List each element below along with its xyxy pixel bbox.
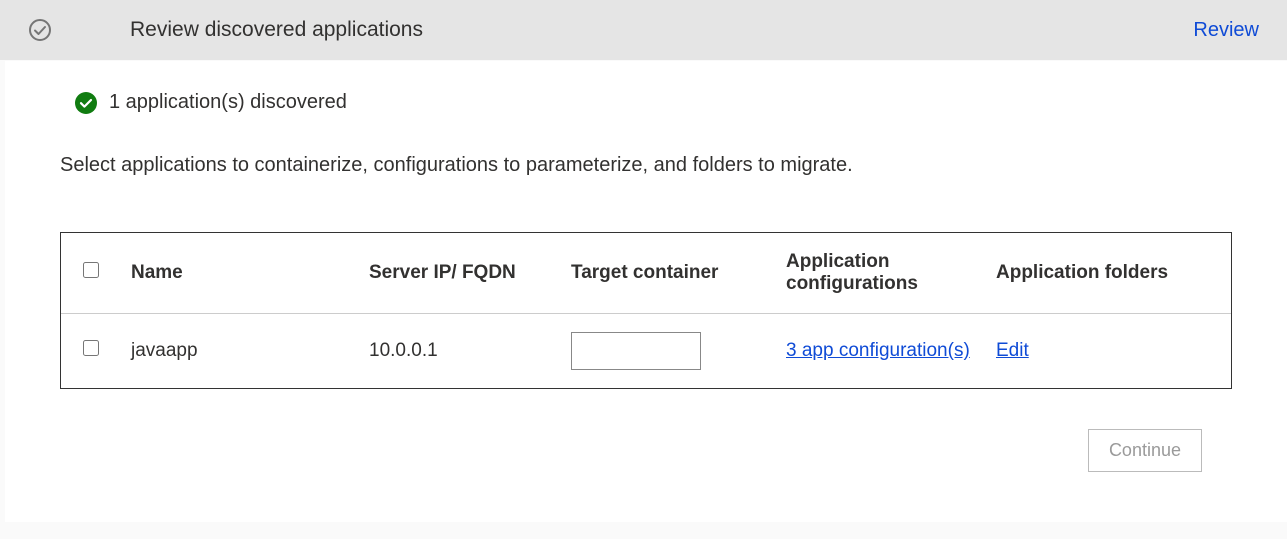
header-name: Name bbox=[121, 233, 341, 314]
continue-button[interactable]: Continue bbox=[1088, 429, 1202, 472]
table-header-row: Name Server IP/ FQDN Target container Ap… bbox=[61, 233, 1231, 314]
applications-table: Name Server IP/ FQDN Target container Ap… bbox=[60, 232, 1232, 389]
table-row: javaapp 10.0.0.1 3 app configuration(s) … bbox=[61, 314, 1231, 389]
target-container-input[interactable] bbox=[571, 332, 701, 370]
discovery-status-text: 1 application(s) discovered bbox=[109, 91, 347, 114]
cell-server: 10.0.0.1 bbox=[341, 314, 561, 389]
header-target: Target container bbox=[561, 233, 776, 314]
page-description: Select applications to containerize, con… bbox=[60, 154, 1232, 177]
header-folders: Application folders bbox=[986, 233, 1231, 314]
header-server: Server IP/ FQDN bbox=[341, 233, 561, 314]
header-config: Application configurations bbox=[776, 233, 986, 314]
header-left: Review discovered applications bbox=[28, 18, 423, 42]
cell-name: javaapp bbox=[121, 314, 341, 389]
app-configurations-link[interactable]: 3 app configuration(s) bbox=[786, 338, 970, 364]
row-select-checkbox[interactable] bbox=[83, 340, 99, 356]
footer: Continue bbox=[60, 389, 1232, 492]
page-header: Review discovered applications Review bbox=[0, 0, 1287, 60]
discovery-status: 1 application(s) discovered bbox=[75, 91, 1232, 114]
app-folders-edit-link[interactable]: Edit bbox=[996, 338, 1029, 364]
review-link[interactable]: Review bbox=[1193, 19, 1259, 42]
header-select-all bbox=[61, 233, 121, 314]
content-area: 1 application(s) discovered Select appli… bbox=[5, 61, 1287, 522]
success-check-icon bbox=[75, 92, 97, 114]
select-all-checkbox[interactable] bbox=[83, 262, 99, 278]
step-check-icon bbox=[28, 18, 52, 42]
page-title: Review discovered applications bbox=[130, 18, 423, 42]
